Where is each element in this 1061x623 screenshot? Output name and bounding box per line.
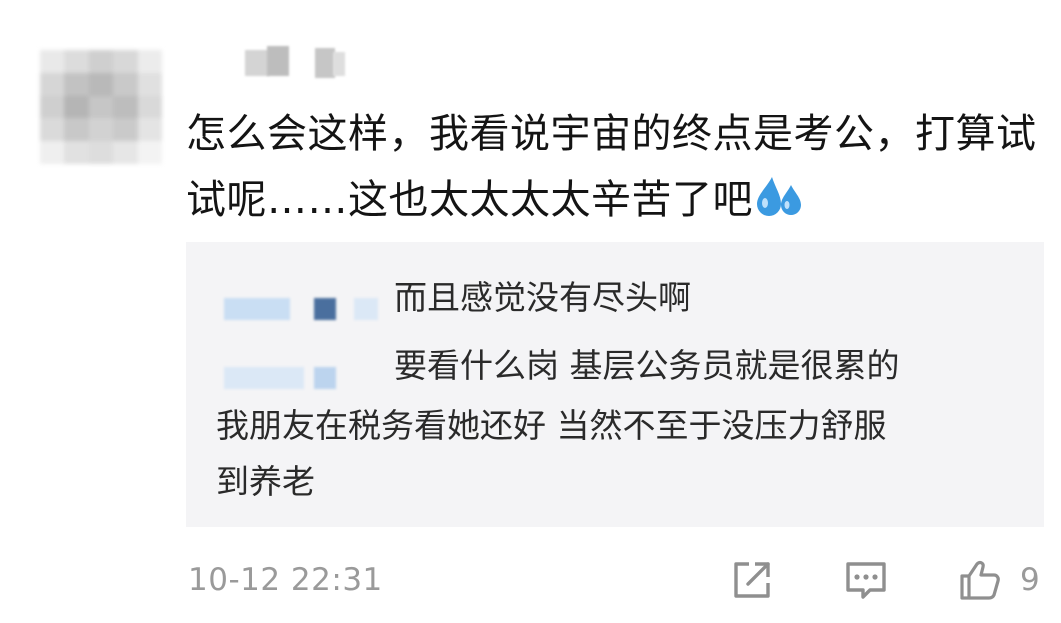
quoted-reply[interactable]: 而且感觉没有尽头啊 要看什么岗 基层公务员就是很累的 我朋友在税务看她还好 当然… — [186, 242, 1044, 527]
sweat-drops-emoji-icon — [757, 177, 801, 216]
comment-icon[interactable] — [842, 556, 890, 604]
comment-text: 怎么会这样，我看说宇宙的终点是考公，打算试试呢……这也太太太太辛苦了吧 — [186, 101, 1041, 233]
quote-line-2: 要看什么岗 基层公务员就是很累的 — [394, 346, 900, 385]
avatar[interactable] — [40, 50, 162, 164]
quote-line-4: 到养老 — [216, 462, 315, 501]
blurred-username — [314, 367, 336, 389]
timestamp: 10-12 22:31 — [188, 562, 383, 598]
quote-line-3: 我朋友在税务看她还好 当然不至于没压力舒服 — [216, 406, 887, 445]
comment-body: 怎么会这样，我看说宇宙的终点是考公，打算试试呢……这也太太太太辛苦了吧 — [186, 111, 1037, 223]
blurred-username — [354, 298, 378, 320]
username[interactable] — [245, 46, 355, 82]
blurred-username — [224, 298, 290, 320]
blurred-username — [314, 298, 336, 320]
share-icon[interactable] — [728, 556, 776, 604]
quote-line-1: 而且感觉没有尽头啊 — [394, 278, 691, 317]
like-count: 9 — [1020, 562, 1040, 598]
blurred-username — [224, 367, 304, 389]
thumbs-up-icon[interactable] — [956, 556, 1004, 604]
